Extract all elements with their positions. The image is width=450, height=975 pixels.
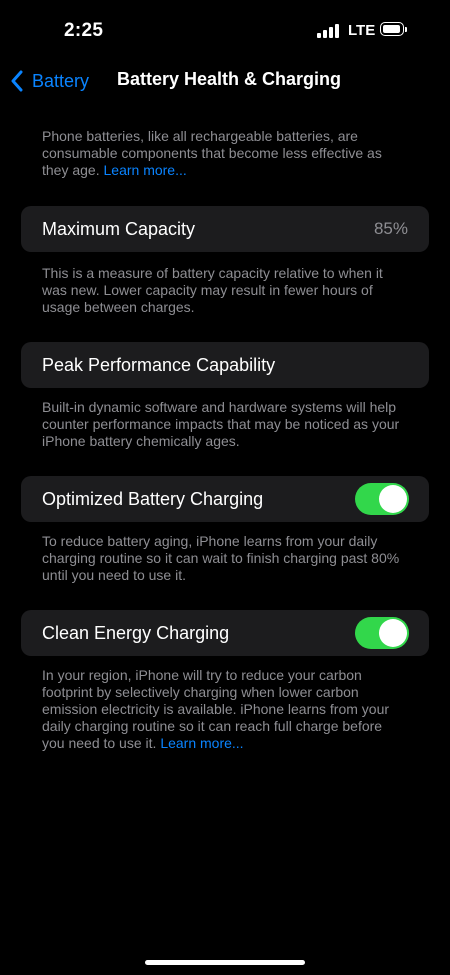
chevron-left-icon xyxy=(11,70,23,92)
clean-energy-toggle[interactable] xyxy=(355,617,409,649)
learn-more-link[interactable]: Learn more... xyxy=(104,162,187,178)
back-button-label: Battery xyxy=(32,70,90,91)
toggle-knob xyxy=(379,619,407,647)
intro-text: Phone batteries, like all rechargeable b… xyxy=(42,128,382,178)
optimized-charging-footnote: To reduce battery aging, iPhone learns f… xyxy=(42,533,400,583)
toggle-knob xyxy=(379,485,407,513)
status-bar: 2:25 LTE xyxy=(0,0,450,62)
clean-energy-row: Clean Energy Charging xyxy=(21,610,429,656)
cellular-signal-icon xyxy=(317,24,341,38)
home-indicator[interactable] xyxy=(145,960,305,965)
settings-content: Phone batteries, like all rechargeable b… xyxy=(0,128,450,752)
peak-performance-row[interactable]: Peak Performance Capability xyxy=(21,342,429,388)
optimized-charging-row: Optimized Battery Charging xyxy=(21,476,429,522)
maximum-capacity-label: Maximum Capacity xyxy=(42,218,196,239)
navigation-bar: Battery Battery Health & Charging xyxy=(0,60,450,100)
battery-icon xyxy=(380,22,408,38)
page-title: Battery Health & Charging xyxy=(117,69,342,89)
network-type: LTE xyxy=(348,22,376,39)
peak-performance-label: Peak Performance Capability xyxy=(42,354,276,375)
clean-energy-footnote: In your region, iPhone will try to reduc… xyxy=(0,667,450,752)
maximum-capacity-footnote: This is a measure of battery capacity re… xyxy=(42,265,383,315)
status-time: 2:25 xyxy=(64,20,104,41)
peak-performance-footnote: Built-in dynamic software and hardware s… xyxy=(42,399,400,449)
optimized-charging-toggle[interactable] xyxy=(355,483,409,515)
intro-footnote: Phone batteries, like all rechargeable b… xyxy=(0,128,450,179)
optimized-charging-label: Optimized Battery Charging xyxy=(42,488,264,509)
maximum-capacity-row: Maximum Capacity 85% xyxy=(21,206,429,252)
clean-energy-label: Clean Energy Charging xyxy=(42,622,230,643)
maximum-capacity-value: 85% xyxy=(373,219,408,238)
clean-energy-learn-more-link[interactable]: Learn more... xyxy=(160,735,243,751)
back-button[interactable]: Battery xyxy=(10,66,89,96)
